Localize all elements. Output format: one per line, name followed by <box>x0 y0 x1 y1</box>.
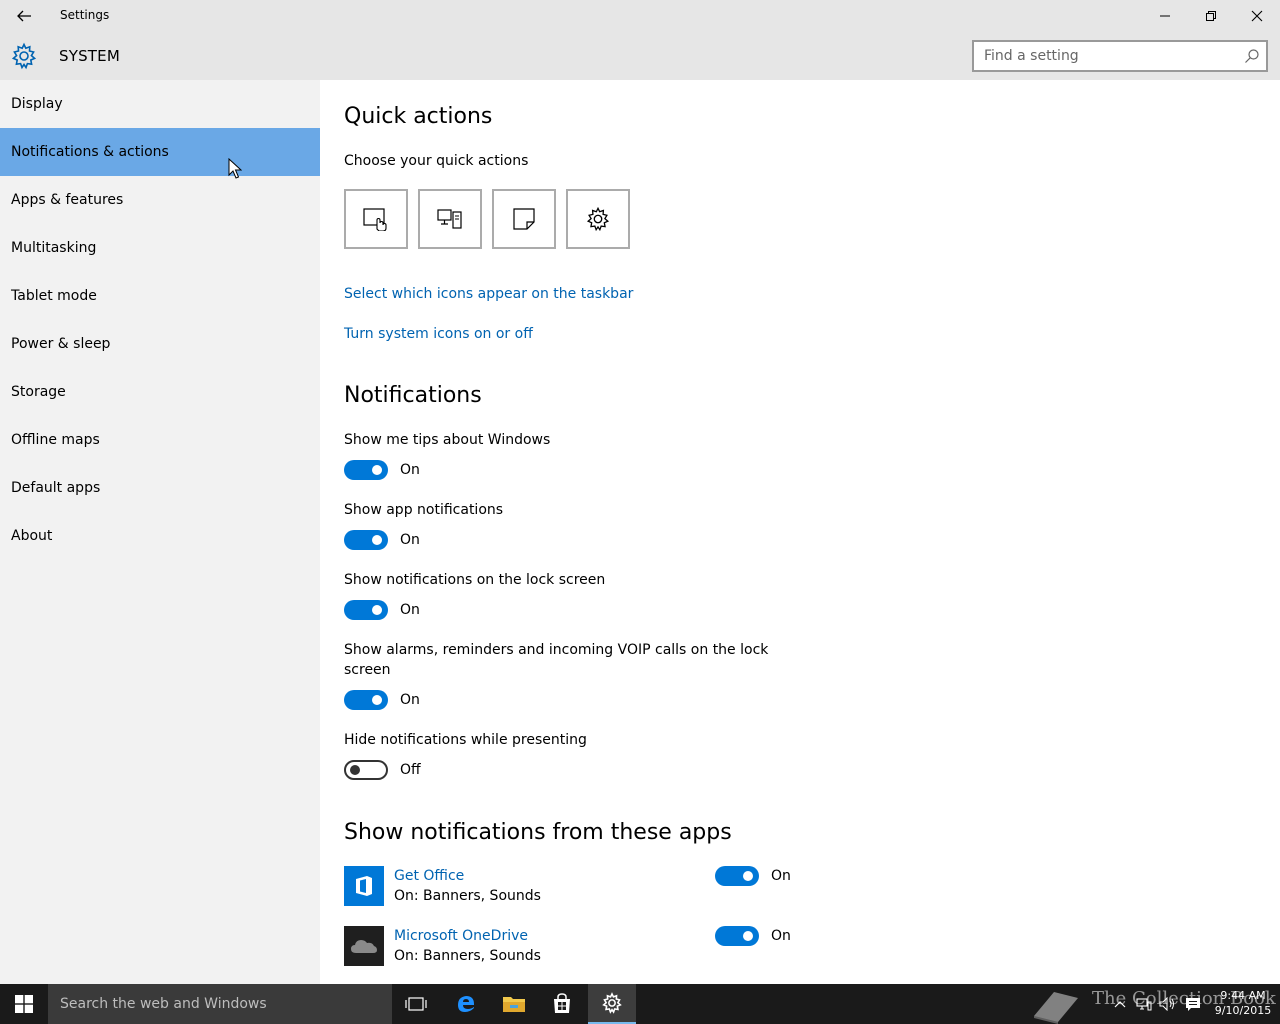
restore-icon <box>1206 11 1216 21</box>
tablet-mode-icon <box>363 208 387 231</box>
sidebar-item-storage[interactable]: Storage <box>0 368 320 416</box>
sidebar-item-display[interactable]: Display <box>0 80 320 128</box>
sidebar-item-about[interactable]: About <box>0 512 320 560</box>
chevron-up-icon <box>1114 1001 1126 1008</box>
notifications-heading: Notifications <box>344 383 482 408</box>
volume-icon <box>1159 997 1174 1011</box>
taskbar-search-text: Search the web and Windows <box>60 996 267 1012</box>
quick-action-note[interactable] <box>492 189 556 249</box>
app-name-get-office[interactable]: Get Office <box>394 868 464 884</box>
tips-toggle[interactable] <box>344 460 388 480</box>
mouse-cursor-icon <box>228 158 242 179</box>
app-notifications-toggle-state: On <box>400 532 420 548</box>
taskbar: Search the web and Windows The Collectio… <box>0 984 1280 1024</box>
network-icon <box>1136 998 1152 1011</box>
gear-icon <box>11 42 37 70</box>
minimize-icon <box>1160 15 1170 17</box>
quick-action-project[interactable] <box>418 189 482 249</box>
task-view-icon <box>405 997 427 1011</box>
note-icon <box>513 208 535 230</box>
lock-screen-toggle-state: On <box>400 602 420 618</box>
apps-heading: Show notifications from these apps <box>344 820 732 845</box>
quick-action-all-settings[interactable] <box>566 189 630 249</box>
taskbar-clock[interactable]: 9:44 AM 9/10/2015 <box>1210 988 1276 1018</box>
sidebar-item-apps-features[interactable]: Apps & features <box>0 176 320 224</box>
task-view-button[interactable] <box>392 984 440 1024</box>
sidebar-item-default-apps[interactable]: Default apps <box>0 464 320 512</box>
back-arrow-icon <box>17 10 31 22</box>
title-bar: Settings <box>0 0 1280 32</box>
file-explorer-button[interactable] <box>490 984 538 1024</box>
clock-time: 9:44 AM <box>1220 989 1266 1002</box>
alarms-toggle[interactable] <box>344 690 388 710</box>
app-detail-onedrive: On: Banners, Sounds <box>394 948 541 964</box>
network-button[interactable] <box>1134 984 1154 1024</box>
tips-toggle-state: On <box>400 462 420 478</box>
action-center-icon <box>1186 997 1200 1011</box>
windows-logo-icon <box>15 995 33 1013</box>
store-button[interactable] <box>538 984 586 1024</box>
window-title: Settings <box>60 8 110 22</box>
app-notifications-toggle[interactable] <box>344 530 388 550</box>
watermark-book-icon <box>1034 992 1078 1024</box>
edge-icon <box>458 996 474 1012</box>
back-button[interactable] <box>8 1 40 31</box>
minimize-button[interactable] <box>1142 0 1188 32</box>
start-button[interactable] <box>0 984 48 1024</box>
all-settings-icon <box>586 206 610 232</box>
get-office-toggle-state: On <box>771 868 791 884</box>
sidebar-item-offline-maps[interactable]: Offline maps <box>0 416 320 464</box>
presenting-toggle[interactable] <box>344 760 388 780</box>
alarms-toggle-state: On <box>400 692 420 708</box>
find-setting-search[interactable] <box>972 40 1268 72</box>
taskbar-search-box[interactable]: Search the web and Windows <box>48 984 392 1024</box>
section-title: SYSTEM <box>59 47 120 65</box>
sidebar-item-multitasking[interactable]: Multitasking <box>0 224 320 272</box>
select-taskbar-icons-link[interactable]: Select which icons appear on the taskbar <box>344 286 633 302</box>
lock-screen-toggle[interactable] <box>344 600 388 620</box>
clock-date: 9/10/2015 <box>1214 1004 1272 1017</box>
show-hidden-icons-button[interactable] <box>1112 984 1128 1024</box>
sidebar-item-power-sleep[interactable]: Power & sleep <box>0 320 320 368</box>
edge-button[interactable] <box>442 984 490 1024</box>
app-name-onedrive[interactable]: Microsoft OneDrive <box>394 928 528 944</box>
setting-label-presenting: Hide notifications while presenting <box>344 732 587 748</box>
setting-label-lock-screen: Show notifications on the lock screen <box>344 572 606 588</box>
sidebar-item-tablet-mode[interactable]: Tablet mode <box>0 272 320 320</box>
settings-header: SYSTEM <box>0 32 1280 80</box>
onedrive-toggle-state: On <box>771 928 791 944</box>
settings-taskbar-button[interactable] <box>588 984 636 1024</box>
volume-button[interactable] <box>1158 984 1178 1024</box>
search-input[interactable] <box>974 42 1234 70</box>
store-icon <box>554 993 570 1013</box>
file-explorer-icon <box>503 997 525 1012</box>
close-button[interactable] <box>1234 0 1280 32</box>
search-icon[interactable] <box>1244 48 1260 64</box>
setting-label-alarms-line2: screen <box>344 662 391 678</box>
quick-actions-heading: Quick actions <box>344 104 493 129</box>
onedrive-toggle[interactable] <box>715 926 759 946</box>
project-icon <box>437 209 462 229</box>
sidebar-item-notifications-actions[interactable]: Notifications & actions <box>0 128 320 176</box>
setting-label-tips: Show me tips about Windows <box>344 432 551 448</box>
quick-actions-subheading: Choose your quick actions <box>344 153 529 169</box>
close-icon <box>1251 10 1263 22</box>
restore-button[interactable] <box>1188 0 1234 32</box>
turn-system-icons-link[interactable]: Turn system icons on or off <box>344 326 533 342</box>
setting-label-alarms-line1: Show alarms, reminders and incoming VOIP… <box>344 642 769 658</box>
app-detail-get-office: On: Banners, Sounds <box>394 888 541 904</box>
sidebar: Display Notifications & actions Apps & f… <box>0 80 320 984</box>
quick-action-tablet-mode[interactable] <box>344 189 408 249</box>
setting-label-app-notifications: Show app notifications <box>344 502 504 518</box>
action-center-button[interactable] <box>1182 984 1204 1024</box>
main-content: Quick actions Choose your quick actions … <box>320 80 1280 984</box>
presenting-toggle-state: Off <box>400 762 421 778</box>
settings-gear-icon <box>602 992 622 1014</box>
office-icon <box>344 866 384 906</box>
onedrive-icon <box>344 926 384 966</box>
get-office-toggle[interactable] <box>715 866 759 886</box>
